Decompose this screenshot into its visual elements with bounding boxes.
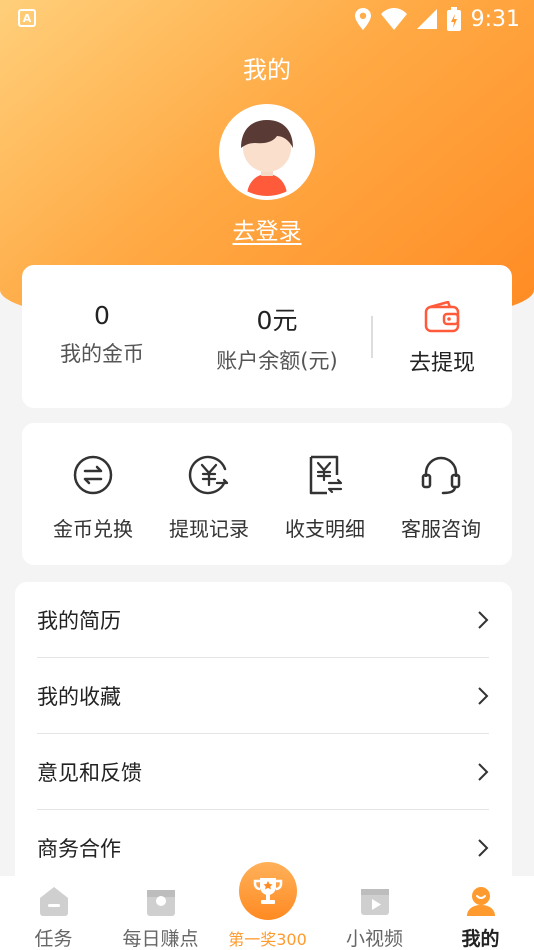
wifi-icon [380,8,407,30]
coins-label: 我的金币 [60,342,144,366]
exchange-icon [73,455,113,495]
status-bar: A 9:31 [0,0,534,38]
login-link[interactable]: 去登录 [0,212,534,246]
nav-mine-label: 我的 [461,928,500,950]
withdraw-label: 去提现 [408,351,475,376]
stats-divider [371,316,373,358]
customer-service-label: 客服咨询 [401,517,481,541]
notification-icon: A [18,9,36,27]
function-card: 金币兑换 提现记录 收支明细 客服咨询 [22,423,512,565]
yuan-record-icon [188,455,229,495]
coin-exchange-label: 金币兑换 [53,517,133,541]
balance-stat[interactable]: 0元 账户余额(元) [197,301,357,375]
chevron-right-icon [478,762,489,781]
bottom-nav: 任务 每日赚点 第一奖300 小视频 我的 [0,862,534,950]
nav-short-video[interactable]: 小视频 [321,876,428,950]
coins-stat[interactable]: 0 我的金币 [52,301,152,368]
nav-tasks-label: 任务 [34,928,73,950]
menu-item-resume[interactable]: 我的简历 [37,582,489,658]
avatar-illustration [223,108,311,196]
income-details-label: 收支明细 [285,517,365,541]
customer-service-button[interactable]: 客服咨询 [386,453,496,542]
nav-short-video-label: 小视频 [345,928,403,950]
location-icon [354,8,371,30]
page-title: 我的 [243,56,291,84]
headset-icon [421,456,461,495]
menu-item-label: 商务合作 [37,837,121,861]
menu-item-favorites[interactable]: 我的收藏 [37,658,489,734]
signal-icon [416,9,437,29]
nav-daily-earn-label: 每日赚点 [122,928,199,950]
wallet-icon [424,301,460,333]
chevron-right-icon [478,610,489,629]
nav-first-prize[interactable]: 第一奖300 [214,862,321,950]
stats-card: 0 我的金币 0元 账户余额(元) 去提现 [22,265,512,408]
withdraw-records-label: 提现记录 [169,517,249,541]
trophy-button[interactable] [238,862,297,920]
coin-exchange-button[interactable]: 金币兑换 [38,453,148,542]
coins-value: 0 [94,301,110,330]
menu-card: 我的简历 我的收藏 意见和反馈 商务合作 [15,582,512,902]
status-time: 9:31 [470,6,520,32]
chevron-right-icon [478,686,489,705]
nav-daily-earn[interactable]: 每日赚点 [107,876,214,950]
menu-item-label: 我的简历 [37,608,121,633]
nav-first-prize-label: 第一奖300 [228,930,307,949]
video-icon [360,889,389,915]
menu-item-feedback[interactable]: 意见和反馈 [37,734,489,810]
home-icon [39,887,68,916]
balance-label: 账户余额(元) [216,349,338,373]
balance-value: 0元 [256,306,298,335]
screen: A 9:31 我的 去登录 0 我的金币 0元 账户余额(元) 去提现 金币兑换… [0,0,534,950]
battery-icon [446,7,461,31]
nav-tasks[interactable]: 任务 [0,876,107,950]
coin-box-icon [146,890,175,916]
chevron-right-icon [478,839,489,857]
menu-item-label: 我的收藏 [37,684,121,709]
nav-mine[interactable]: 我的 [427,876,534,950]
withdraw-records-button[interactable]: 提现记录 [154,453,264,542]
trophy-icon [253,878,282,904]
avatar[interactable] [219,104,315,200]
bill-details-icon [309,455,343,495]
withdraw-button[interactable]: 去提现 [392,301,492,377]
income-details-button[interactable]: 收支明细 [270,453,380,542]
menu-item-label: 意见和反馈 [37,760,142,785]
user-icon [466,887,495,916]
status-icons: 9:31 [354,4,520,34]
